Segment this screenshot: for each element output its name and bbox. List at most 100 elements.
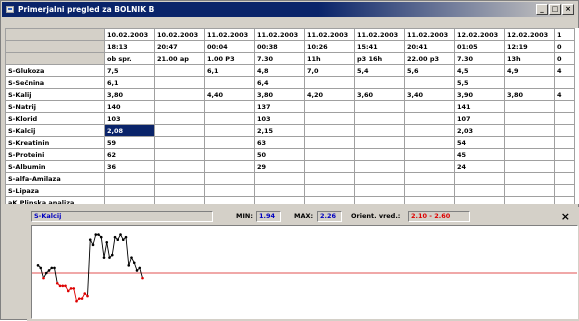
table-cell[interactable]: 4,5 bbox=[454, 64, 505, 77]
table-cell[interactable]: 141 bbox=[454, 100, 505, 113]
table-cell[interactable] bbox=[404, 100, 455, 113]
row-header[interactable]: S-Lipaza bbox=[5, 184, 105, 197]
table-cell[interactable]: 107 bbox=[454, 112, 505, 125]
table-cell[interactable] bbox=[554, 100, 575, 113]
column-header[interactable]: 11.02.2003 bbox=[254, 28, 305, 41]
table-cell[interactable] bbox=[404, 124, 455, 137]
table-cell[interactable] bbox=[554, 172, 575, 185]
table-cell[interactable] bbox=[304, 136, 355, 149]
table-cell[interactable] bbox=[204, 100, 255, 113]
table-cell[interactable] bbox=[204, 76, 255, 89]
row-header[interactable]: S-Glukoza bbox=[5, 64, 105, 77]
table-cell[interactable]: 2,03 bbox=[454, 124, 505, 137]
table-cell[interactable] bbox=[154, 148, 205, 161]
row-header[interactable]: S-Albumin bbox=[5, 160, 105, 173]
table-cell[interactable] bbox=[154, 196, 205, 204]
table-cell[interactable] bbox=[354, 76, 405, 89]
table-cell[interactable] bbox=[504, 172, 555, 185]
table-cell[interactable] bbox=[504, 124, 555, 137]
column-header[interactable]: 10.02.2003 bbox=[154, 28, 205, 41]
table-cell[interactable] bbox=[204, 160, 255, 173]
table-cell[interactable] bbox=[354, 184, 405, 197]
table-cell[interactable] bbox=[104, 172, 155, 185]
column-header[interactable]: 7.30 bbox=[454, 52, 505, 65]
table-cell[interactable] bbox=[504, 112, 555, 125]
row-header[interactable]: aK Plinska analiza bbox=[5, 196, 105, 204]
column-header[interactable]: 1 bbox=[554, 28, 575, 41]
table-cell[interactable]: 140 bbox=[104, 100, 155, 113]
column-header[interactable]: 11.02.2003 bbox=[204, 28, 255, 41]
row-header[interactable]: S-Kalij bbox=[5, 88, 105, 101]
column-header[interactable]: 01:05 bbox=[454, 40, 505, 53]
table-cell[interactable] bbox=[204, 136, 255, 149]
table-cell[interactable] bbox=[154, 124, 205, 137]
table-cell[interactable] bbox=[204, 172, 255, 185]
column-header[interactable]: 1.00 P3 bbox=[204, 52, 255, 65]
table-cell[interactable] bbox=[504, 76, 555, 89]
table-cell[interactable]: 6,4 bbox=[254, 76, 305, 89]
table-cell[interactable] bbox=[304, 124, 355, 137]
column-header[interactable]: 0 bbox=[554, 40, 575, 53]
column-header[interactable]: 10.02.2003 bbox=[104, 28, 155, 41]
column-header[interactable]: 21.00 ap bbox=[154, 52, 205, 65]
table-cell[interactable] bbox=[554, 148, 575, 161]
table-cell[interactable] bbox=[204, 148, 255, 161]
table-cell[interactable] bbox=[204, 124, 255, 137]
table-cell[interactable] bbox=[354, 196, 405, 204]
table-cell[interactable] bbox=[454, 196, 505, 204]
table-cell[interactable] bbox=[154, 172, 205, 185]
column-header[interactable]: 20:47 bbox=[154, 40, 205, 53]
table-cell[interactable] bbox=[404, 148, 455, 161]
table-cell[interactable] bbox=[104, 196, 155, 204]
maximize-button[interactable]: □ bbox=[549, 4, 561, 15]
table-cell[interactable] bbox=[504, 100, 555, 113]
table-cell[interactable]: 4,40 bbox=[204, 88, 255, 101]
table-cell[interactable]: 7,5 bbox=[104, 64, 155, 77]
table-cell[interactable] bbox=[554, 136, 575, 149]
row-header[interactable]: S-Klorid bbox=[5, 112, 105, 125]
table-cell[interactable]: 4,9 bbox=[504, 64, 555, 77]
column-header[interactable]: 00:38 bbox=[254, 40, 305, 53]
table-cell[interactable] bbox=[154, 160, 205, 173]
table-cell[interactable]: 50 bbox=[254, 148, 305, 161]
column-header[interactable]: 11.02.2003 bbox=[404, 28, 455, 41]
table-cell[interactable] bbox=[254, 196, 305, 204]
results-grid[interactable]: 10.02.2003 10.02.2003 11.02.2003 11.02.2003… bbox=[5, 28, 579, 204]
row-header[interactable]: S-Kreatinin bbox=[5, 136, 105, 149]
table-cell[interactable] bbox=[354, 124, 405, 137]
table-cell[interactable] bbox=[404, 196, 455, 204]
column-header[interactable]: 11.02.2003 bbox=[304, 28, 355, 41]
table-cell[interactable] bbox=[304, 172, 355, 185]
table-cell[interactable]: 2,15 bbox=[254, 124, 305, 137]
column-header[interactable]: 12.02.2003 bbox=[454, 28, 505, 41]
table-cell[interactable] bbox=[204, 112, 255, 125]
table-cell[interactable] bbox=[154, 112, 205, 125]
column-header[interactable]: 10:26 bbox=[304, 40, 355, 53]
column-header[interactable]: 22.00 p3 bbox=[404, 52, 455, 65]
table-cell[interactable] bbox=[554, 76, 575, 89]
table-cell[interactable] bbox=[504, 136, 555, 149]
table-cell[interactable] bbox=[304, 148, 355, 161]
table-cell[interactable] bbox=[554, 112, 575, 125]
row-header[interactable]: S-Sečnina bbox=[5, 76, 105, 89]
table-cell[interactable] bbox=[404, 136, 455, 149]
table-cell[interactable]: 62 bbox=[104, 148, 155, 161]
table-cell[interactable]: 3,40 bbox=[404, 88, 455, 101]
table-cell[interactable] bbox=[154, 64, 205, 77]
table-cell[interactable] bbox=[554, 196, 575, 204]
table-cell[interactable] bbox=[404, 184, 455, 197]
table-cell[interactable] bbox=[154, 136, 205, 149]
table-cell[interactable]: 137 bbox=[254, 100, 305, 113]
table-cell[interactable] bbox=[454, 172, 505, 185]
table-cell[interactable]: 3,80 bbox=[504, 88, 555, 101]
column-header[interactable]: 20:41 bbox=[404, 40, 455, 53]
table-cell[interactable] bbox=[304, 112, 355, 125]
column-header[interactable]: 18:13 bbox=[104, 40, 155, 53]
close-panel-icon[interactable]: × bbox=[561, 211, 570, 222]
table-cell[interactable]: 4 bbox=[554, 88, 575, 101]
row-header[interactable]: S-alfa-Amilaza bbox=[5, 172, 105, 185]
table-cell[interactable] bbox=[254, 172, 305, 185]
table-cell[interactable] bbox=[304, 196, 355, 204]
table-cell[interactable] bbox=[354, 112, 405, 125]
title-bar[interactable]: Primerjalni pregled za BOLNIK B _ □ × bbox=[2, 2, 577, 17]
